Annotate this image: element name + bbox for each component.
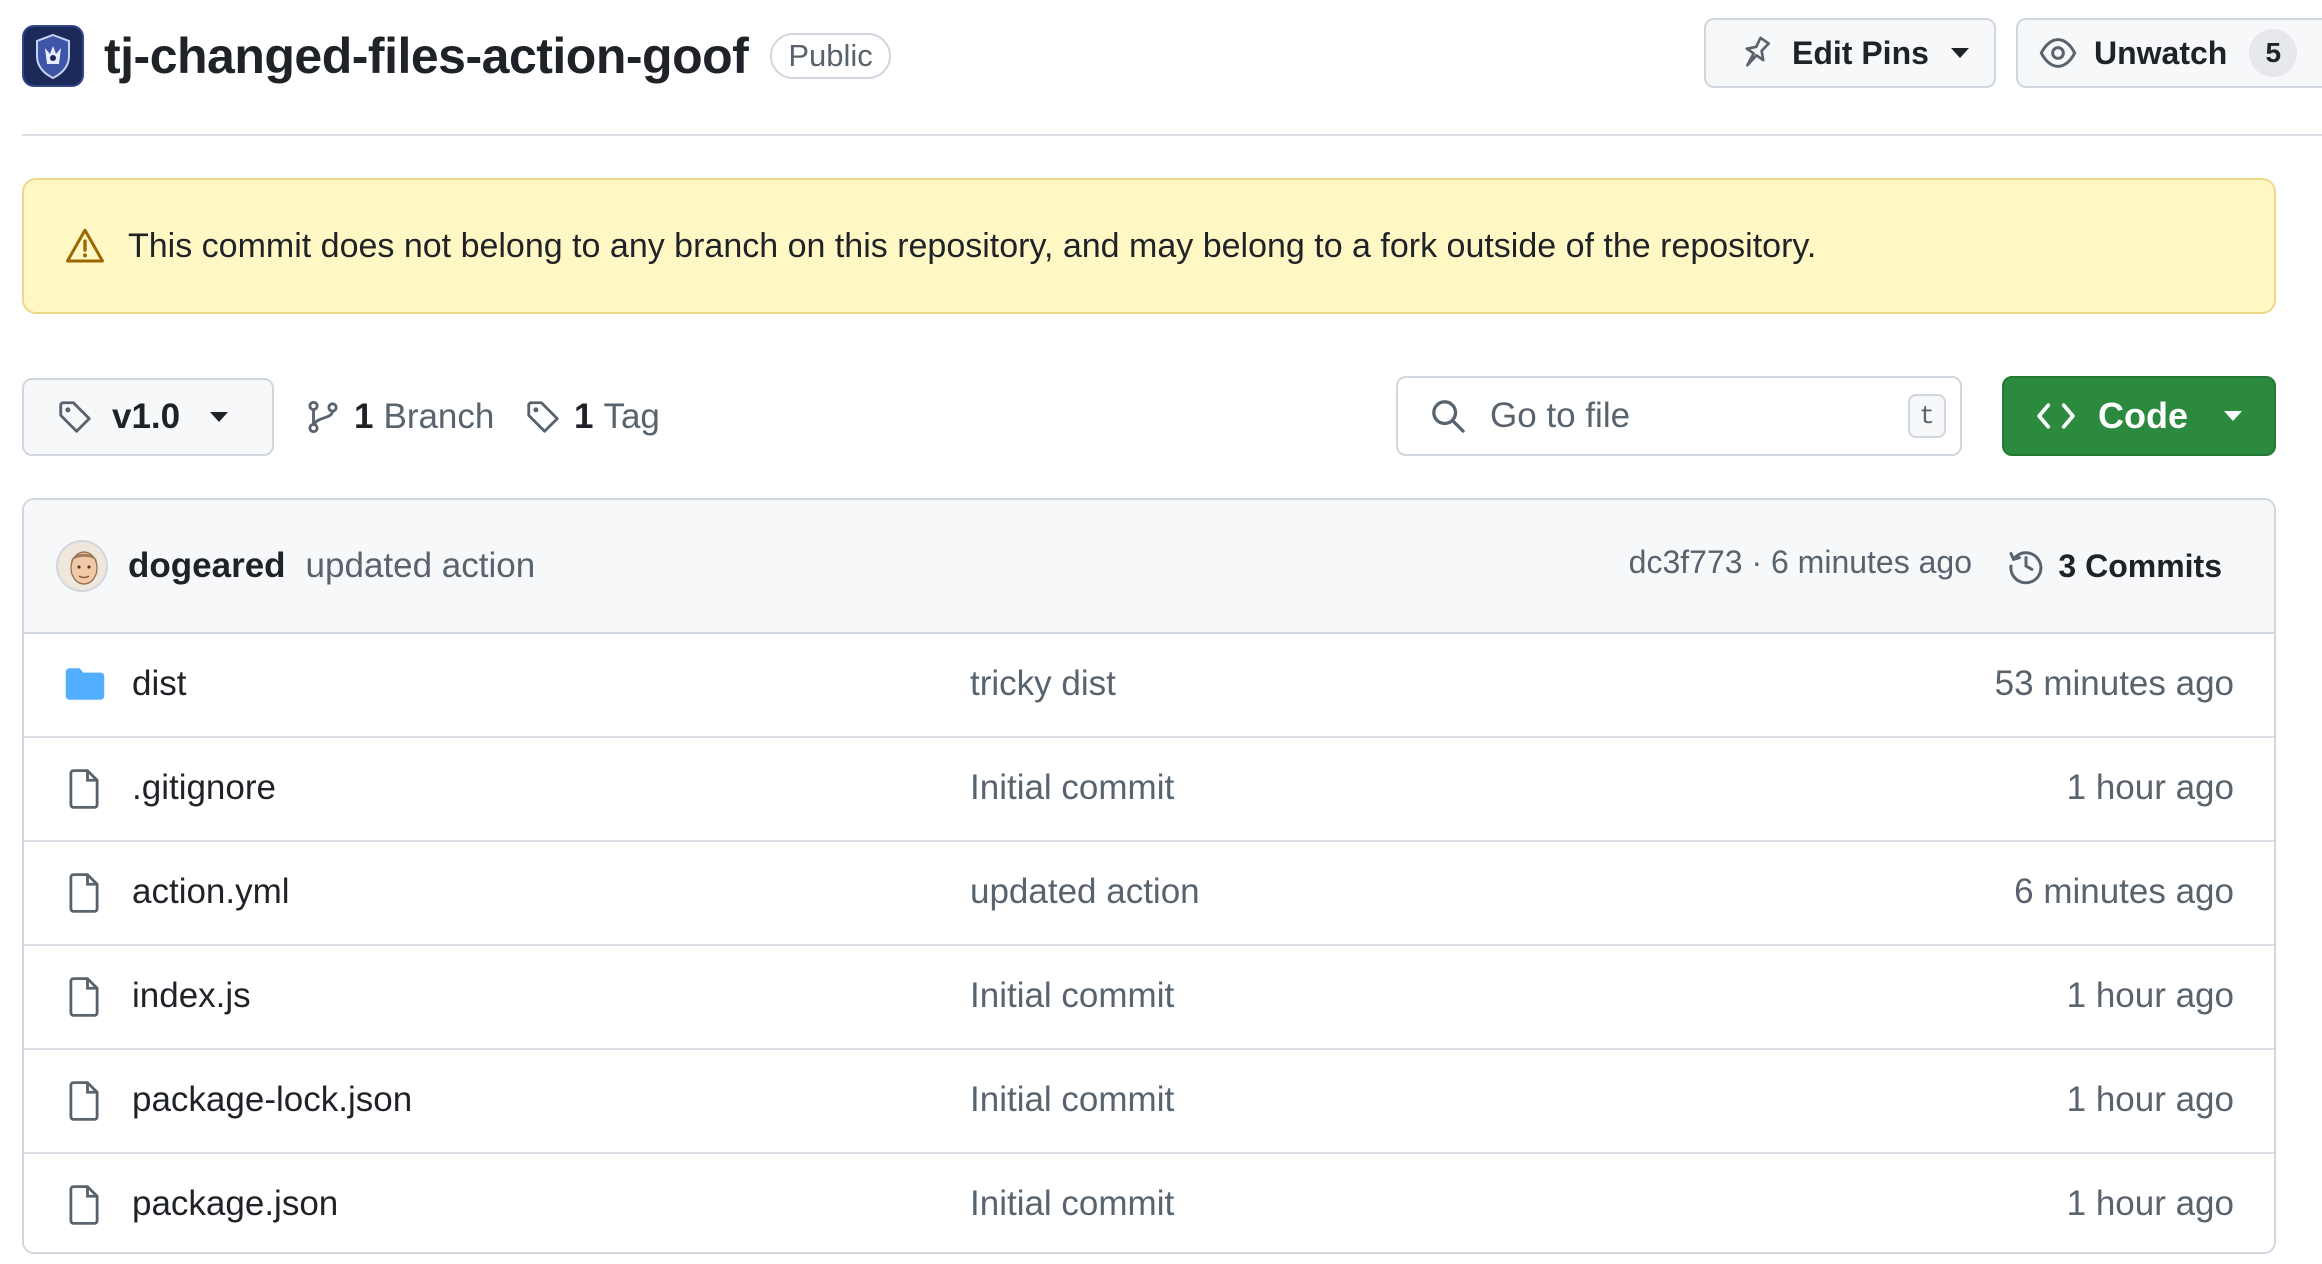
eye-icon (2039, 38, 2077, 68)
owner-avatar[interactable] (22, 25, 84, 87)
header-divider (22, 134, 2322, 136)
file-icon (64, 976, 104, 1023)
file-name[interactable]: action.yml (132, 872, 290, 912)
go-to-file-search[interactable]: t (1396, 376, 1962, 456)
fork-warning-banner: This commit does not belong to any branc… (22, 178, 2276, 314)
banner-message: This commit does not belong to any branc… (128, 226, 1817, 265)
edit-pins-label: Edit Pins (1792, 34, 1929, 71)
edit-pins-button[interactable]: Edit Pins (1704, 18, 1996, 88)
visibility-badge: Public (770, 33, 891, 79)
file-age: 1 hour ago (2066, 768, 2234, 807)
search-icon (1432, 400, 1465, 433)
file-name[interactable]: package-lock.json (132, 1080, 412, 1120)
latest-commit-bar: dogeared updated action dc3f773 · 6 minu… (24, 500, 2274, 634)
unwatch-button[interactable]: Unwatch 5 (2016, 18, 2322, 88)
file-name[interactable]: package.json (132, 1184, 338, 1224)
shortcut-hint: t (1908, 394, 1946, 438)
file-commit-message[interactable]: updated action (970, 872, 1200, 912)
file-icon (64, 768, 104, 815)
branch-count: 1 (354, 397, 374, 436)
commit-message[interactable]: updated action (306, 546, 536, 586)
file-age: 1 hour ago (2066, 1184, 2234, 1223)
file-commit-message[interactable]: Initial commit (970, 1080, 1174, 1120)
chevron-down-icon (1950, 48, 1969, 58)
tags-link[interactable]: 1 Tag (524, 392, 660, 442)
commit-sha-time[interactable]: dc3f773 · 6 minutes ago (1629, 544, 1972, 581)
code-icon (2037, 403, 2075, 429)
user-avatar-icon (58, 542, 106, 590)
unwatch-label: Unwatch (2094, 34, 2228, 71)
file-age: 6 minutes ago (2014, 872, 2234, 911)
repo-page: tj-changed-files-action-goof Public Edit… (0, 0, 2322, 1264)
table-row[interactable]: action.yml updated action 6 minutes ago (24, 842, 2274, 946)
file-age: 1 hour ago (2066, 1080, 2234, 1119)
file-age: 53 minutes ago (1994, 664, 2234, 703)
chevron-down-icon (2224, 411, 2242, 421)
table-row[interactable]: package.json Initial commit 1 hour ago (24, 1154, 2274, 1252)
history-icon (2009, 551, 2043, 585)
tag-icon (59, 401, 91, 433)
commit-author[interactable]: dogeared (128, 546, 286, 586)
branch-icon (308, 400, 338, 434)
table-row[interactable]: .gitignore Initial commit 1 hour ago (24, 738, 2274, 842)
file-icon (64, 1184, 104, 1231)
file-icon (64, 1080, 104, 1127)
folder-icon (64, 664, 106, 709)
tag-icon (527, 401, 559, 433)
tag-count: 1 (574, 397, 594, 436)
table-row[interactable]: package-lock.json Initial commit 1 hour … (24, 1050, 2274, 1154)
file-name[interactable]: .gitignore (132, 768, 276, 808)
file-name[interactable]: dist (132, 664, 186, 704)
file-age: 1 hour ago (2066, 976, 2234, 1015)
commits-history-link[interactable]: 3 Commits (2006, 536, 2222, 596)
file-listing: dogeared updated action dc3f773 · 6 minu… (22, 498, 2276, 1254)
pin-icon (1745, 36, 1771, 67)
alert-icon (66, 228, 104, 263)
branch-label: Branch (383, 397, 495, 436)
ref-selector[interactable]: v1.0 (22, 378, 274, 456)
avatar[interactable] (56, 540, 108, 592)
repo-header: tj-changed-files-action-goof Public (22, 18, 891, 94)
org-logo-icon (36, 33, 70, 80)
table-row[interactable]: index.js Initial commit 1 hour ago (24, 946, 2274, 1050)
table-row[interactable]: dist tricky dist 53 minutes ago (24, 634, 2274, 738)
ref-name: v1.0 (112, 397, 181, 436)
file-icon (64, 872, 104, 919)
code-label: Code (2098, 395, 2188, 436)
file-commit-message[interactable]: Initial commit (970, 768, 1174, 808)
file-commit-message[interactable]: Initial commit (970, 976, 1174, 1016)
tag-label: Tag (603, 397, 660, 436)
go-to-file-input[interactable] (1488, 395, 1892, 437)
repo-name[interactable]: tj-changed-files-action-goof (104, 27, 749, 85)
branches-link[interactable]: 1 Branch (304, 392, 494, 442)
file-name[interactable]: index.js (132, 976, 251, 1016)
file-commit-message[interactable]: Initial commit (970, 1184, 1174, 1224)
chevron-down-icon (210, 412, 229, 422)
commits-count-label: 3 Commits (2058, 547, 2222, 584)
code-button[interactable]: Code (2002, 376, 2276, 456)
file-commit-message[interactable]: tricky dist (970, 664, 1116, 704)
watch-count: 5 (2249, 29, 2298, 77)
